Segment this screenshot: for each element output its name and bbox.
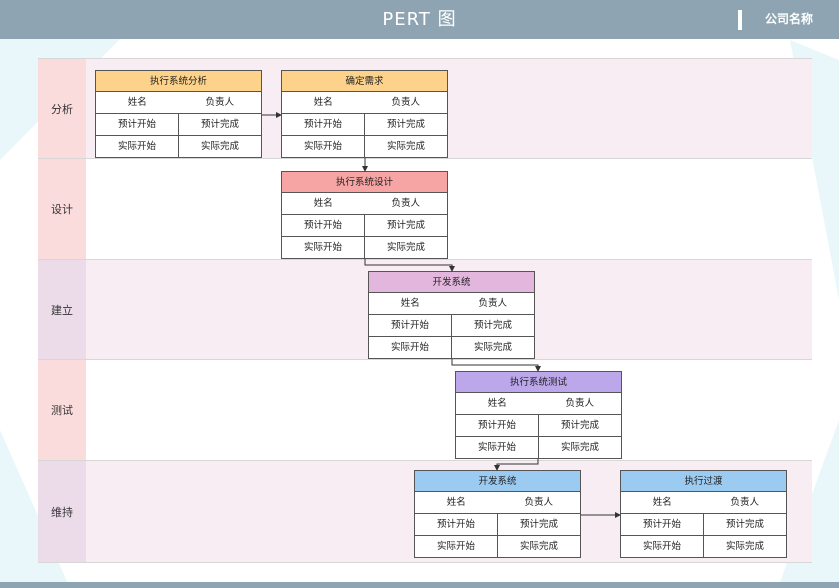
owner-field: 负责人 (391, 97, 420, 108)
owner-field: 负责人 (391, 198, 420, 209)
actual-start-field: 实际开始 (369, 337, 452, 358)
planned-start-field: 预计开始 (96, 114, 179, 135)
lane-label-test: 测试 (38, 360, 86, 461)
footer-bar (0, 582, 839, 588)
task-card[interactable]: 确定需求 姓名 负责人 预计开始 预计完成 实际开始 实际完成 (281, 70, 448, 158)
name-field: 姓名 (446, 497, 466, 508)
planned-finish-field: 预计完成 (560, 420, 599, 431)
lane-design (86, 159, 812, 260)
planned-finish-field: 预计完成 (519, 519, 558, 530)
actual-finish-field: 实际完成 (725, 541, 764, 552)
lane-label-build: 建立 (38, 260, 86, 360)
company-divider (738, 10, 742, 30)
owner-field: 负责人 (205, 97, 234, 108)
task-title: 执行系统分析 (96, 71, 261, 92)
lane-label-analysis: 分析 (38, 58, 86, 159)
task-title: 确定需求 (282, 71, 447, 92)
task-card[interactable]: 执行系统设计 姓名 负责人 预计开始 预计完成 实际开始 实际完成 (281, 171, 448, 259)
name-field: 姓名 (487, 398, 507, 409)
planned-finish-field: 预计完成 (200, 119, 239, 130)
page-title: PERT 图 (382, 9, 457, 30)
actual-finish-field: 实际完成 (200, 141, 239, 152)
actual-start-field: 实际开始 (282, 237, 365, 258)
lane-label-maintain: 维持 (38, 461, 86, 563)
name-field: 姓名 (652, 497, 672, 508)
name-field: 姓名 (127, 97, 147, 108)
planned-start-field: 预计开始 (621, 514, 704, 535)
actual-finish-field: 实际完成 (560, 442, 599, 453)
owner-field: 负责人 (730, 497, 759, 508)
name-field: 姓名 (400, 298, 420, 309)
planned-finish-field: 预计完成 (473, 320, 512, 331)
actual-finish-field: 实际完成 (473, 342, 512, 353)
owner-field: 负责人 (478, 298, 507, 309)
lane-test (86, 360, 812, 461)
planned-start-field: 预计开始 (369, 315, 452, 336)
owner-field: 负责人 (524, 497, 553, 508)
actual-finish-field: 实际完成 (386, 141, 425, 152)
planned-finish-field: 预计完成 (725, 519, 764, 530)
planned-start-field: 预计开始 (415, 514, 498, 535)
task-title: 开发系统 (415, 471, 580, 492)
task-title: 执行过渡 (621, 471, 786, 492)
actual-finish-field: 实际完成 (519, 541, 558, 552)
task-card[interactable]: 开发系统 姓名 负责人 预计开始 预计完成 实际开始 实际完成 (368, 271, 535, 359)
task-card[interactable]: 执行系统测试 姓名 负责人 预计开始 预计完成 实际开始 实际完成 (455, 371, 622, 459)
lane-label-design: 设计 (38, 159, 86, 260)
task-card[interactable]: 开发系统 姓名 负责人 预计开始 预计完成 实际开始 实际完成 (414, 470, 581, 558)
company-name: 公司名称 (765, 12, 814, 26)
actual-start-field: 实际开始 (456, 437, 539, 458)
name-field: 姓名 (313, 97, 333, 108)
planned-start-field: 预计开始 (282, 114, 365, 135)
actual-start-field: 实际开始 (96, 136, 179, 157)
actual-start-field: 实际开始 (415, 536, 498, 557)
actual-finish-field: 实际完成 (386, 242, 425, 253)
task-title: 开发系统 (369, 272, 534, 293)
title-bar: PERT 图 公司名称 (0, 0, 839, 39)
name-field: 姓名 (313, 198, 333, 209)
planned-finish-field: 预计完成 (386, 220, 425, 231)
actual-start-field: 实际开始 (282, 136, 365, 157)
task-card[interactable]: 执行过渡 姓名 负责人 预计开始 预计完成 实际开始 实际完成 (620, 470, 787, 558)
planned-start-field: 预计开始 (282, 215, 365, 236)
planned-start-field: 预计开始 (456, 415, 539, 436)
task-title: 执行系统测试 (456, 372, 621, 393)
actual-start-field: 实际开始 (621, 536, 704, 557)
owner-field: 负责人 (565, 398, 594, 409)
planned-finish-field: 预计完成 (386, 119, 425, 130)
task-title: 执行系统设计 (282, 172, 447, 193)
task-card[interactable]: 执行系统分析 姓名 负责人 预计开始 预计完成 实际开始 实际完成 (95, 70, 262, 158)
